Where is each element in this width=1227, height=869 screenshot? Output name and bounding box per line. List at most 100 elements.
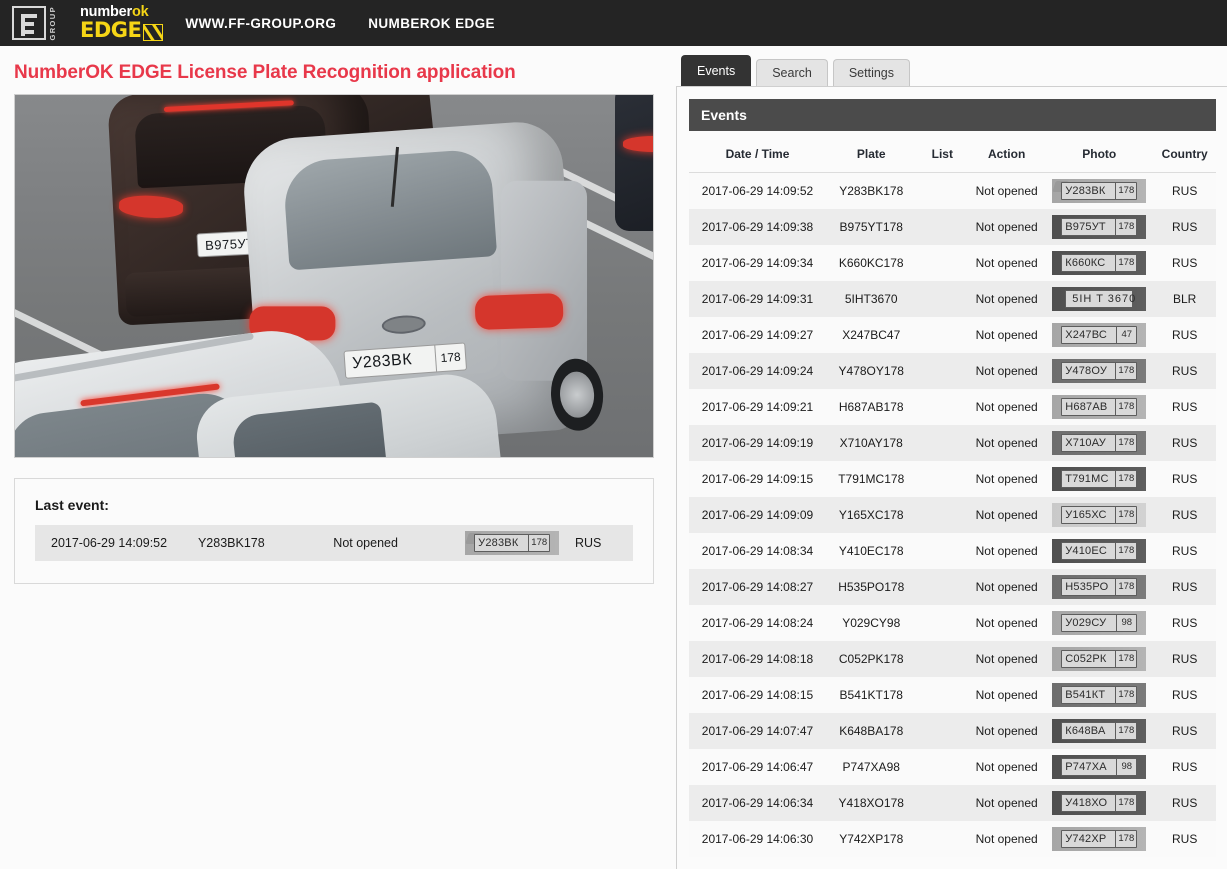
table-row[interactable]: 2017-06-29 14:09:21 H687AB178 Not opened Н6… bbox=[689, 389, 1216, 425]
cell-photo[interactable]: Н535РО 178 bbox=[1045, 569, 1153, 605]
tail-light-left bbox=[118, 194, 184, 220]
plate-thumbnail[interactable]: У418ХО 178 bbox=[1052, 791, 1147, 815]
table-row[interactable]: 2017-06-29 14:09:52 Y283BK178 Not opened У2… bbox=[689, 172, 1216, 210]
cell-photo[interactable]: У283ВК 178 bbox=[1045, 173, 1153, 210]
nav-link-ff-group[interactable]: WWW.FF-GROUP.ORG bbox=[185, 16, 336, 31]
plate-thumb-region: 98 bbox=[1116, 615, 1136, 631]
table-row[interactable]: 2017-06-29 14:08:24 Y029CY98 Not opened У02… bbox=[689, 605, 1216, 641]
tab-search[interactable]: Search bbox=[756, 59, 828, 86]
plate-thumbnail[interactable]: У029СУ 98 bbox=[1052, 611, 1147, 635]
cell-photo[interactable]: Х710АУ 178 bbox=[1045, 425, 1153, 461]
plate-thumb-main: У418ХО bbox=[1065, 796, 1108, 809]
plate-thumbnail[interactable]: Х710АУ 178 bbox=[1052, 431, 1147, 455]
table-row[interactable]: 2017-06-29 14:06:30 Y742XP178 Not opened У7… bbox=[689, 821, 1216, 857]
cell-datetime: 2017-06-29 14:08:24 bbox=[701, 616, 814, 630]
kia-badge bbox=[381, 314, 427, 336]
table-row[interactable]: 2017-06-29 14:09:19 X710AY178 Not opened Х7… bbox=[689, 425, 1216, 461]
plate-thumb-region: 178 bbox=[1115, 363, 1136, 379]
cell-photo[interactable]: Х247ВС 47 bbox=[1045, 317, 1153, 353]
table-row[interactable]: 2017-06-29 14:09:27 X247BC47 Not opened Х24… bbox=[689, 317, 1216, 353]
table-row[interactable]: 2017-06-29 14:08:34 Y410EC178 Not opened У4… bbox=[689, 533, 1216, 569]
column-header-datetime: Date / Time bbox=[689, 137, 827, 173]
plate-thumbnail[interactable]: К660КС 178 bbox=[1052, 251, 1147, 275]
cell-list bbox=[916, 461, 968, 497]
cell-country: RUS bbox=[1172, 616, 1198, 630]
right-column: Events Search Settings Events Date / Tim… bbox=[676, 55, 1227, 869]
cell-photo[interactable]: Р747ХА 98 bbox=[1045, 749, 1153, 785]
cell-photo[interactable]: В541КТ 178 bbox=[1045, 677, 1153, 713]
cell-photo[interactable]: У165ХС 178 bbox=[1045, 497, 1153, 533]
table-row[interactable]: 2017-06-29 14:09:31 5IHT3670 Not opened 5IH… bbox=[689, 281, 1216, 317]
cell-photo[interactable]: У418ХО 178 bbox=[1045, 785, 1153, 821]
plate-thumb-main: В541КТ bbox=[1065, 688, 1106, 701]
tab-settings[interactable]: Settings bbox=[832, 59, 910, 86]
left-column: В975УТ 178 У283ВК 178 bbox=[14, 94, 654, 869]
cell-datetime: 2017-06-29 14:09:31 bbox=[701, 292, 814, 306]
plate-thumbnail[interactable]: У478ОУ 178 bbox=[1052, 359, 1147, 383]
table-row[interactable]: 2017-06-29 14:08:27 H535PO178 Not opened Н5… bbox=[689, 569, 1216, 605]
table-row[interactable]: 2017-06-29 14:09:24 Y478OY178 Not opened У4… bbox=[689, 353, 1216, 389]
cell-photo[interactable]: Т791МС 178 bbox=[1045, 461, 1153, 497]
cell-datetime: 2017-06-29 14:08:34 bbox=[701, 544, 814, 558]
table-row[interactable]: 2017-06-29 14:09:15 T791MC178 Not opened Т7… bbox=[689, 461, 1216, 497]
last-event-photo[interactable]: У283ВК 178 bbox=[449, 531, 575, 555]
tail-light-right bbox=[474, 292, 564, 331]
table-row[interactable]: 2017-06-29 14:07:47 K648BA178 Not opened К6… bbox=[689, 713, 1216, 749]
cell-action: Not opened bbox=[975, 832, 1038, 846]
plate-thumb-main: Р747ХА bbox=[1065, 760, 1107, 773]
events-card: Events Date / Time Plate List Action Pho… bbox=[676, 86, 1227, 869]
plate-thumbnail[interactable]: У742ХР 178 bbox=[1052, 827, 1147, 851]
logo-edge-text: EDGE bbox=[80, 17, 142, 42]
nav-link-numberok-edge[interactable]: NUMBEROK EDGE bbox=[368, 16, 495, 31]
plate-thumbnail[interactable]: У283ВК 178 bbox=[465, 531, 560, 555]
events-card-header: Events bbox=[689, 99, 1216, 131]
plate-box: К660КС 178 bbox=[1061, 254, 1138, 272]
table-row[interactable]: 2017-06-29 14:06:47 P747XA98 Not opened Р74… bbox=[689, 749, 1216, 785]
cell-photo[interactable]: 5IH T 3670 bbox=[1045, 281, 1153, 317]
plate-thumbnail[interactable]: 5IH T 3670 bbox=[1052, 287, 1147, 311]
table-row[interactable]: 2017-06-29 14:09:34 K660KC178 Not opened К6… bbox=[689, 245, 1216, 281]
table-row[interactable]: 2017-06-29 14:08:18 C052PK178 Not opened С0… bbox=[689, 641, 1216, 677]
plate-thumbnail[interactable]: К648ВА 178 bbox=[1052, 719, 1147, 743]
plate-thumbnail[interactable]: В541КТ 178 bbox=[1052, 683, 1147, 707]
tab-bar: Events Search Settings bbox=[676, 55, 1227, 86]
table-row[interactable]: 2017-06-29 14:06:34 Y418XO178 Not opened У4… bbox=[689, 785, 1216, 821]
plate-thumbnail[interactable]: Х247ВС 47 bbox=[1052, 323, 1147, 347]
plate-thumbnail[interactable]: У165ХС 178 bbox=[1052, 503, 1147, 527]
plate-box: Х710АУ 178 bbox=[1061, 434, 1138, 452]
cell-action: Not opened bbox=[975, 472, 1038, 486]
cell-photo[interactable]: Н687АВ 178 bbox=[1045, 389, 1153, 425]
tab-events[interactable]: Events bbox=[681, 55, 752, 86]
cell-photo[interactable]: У410ЕС 178 bbox=[1045, 533, 1153, 569]
plate-thumbnail[interactable]: Р747ХА 98 bbox=[1052, 755, 1147, 779]
cell-plate: H535PO178 bbox=[838, 580, 905, 594]
cell-photo[interactable]: У478ОУ 178 bbox=[1045, 353, 1153, 389]
plate-thumb-region: 178 bbox=[1115, 831, 1136, 847]
table-row[interactable]: 2017-06-29 14:09:09 Y165XC178 Not opened У1… bbox=[689, 497, 1216, 533]
cell-photo[interactable]: К660КС 178 bbox=[1045, 245, 1153, 281]
cell-photo[interactable]: С052РК 178 bbox=[1045, 641, 1153, 677]
cell-photo[interactable]: У029СУ 98 bbox=[1045, 605, 1153, 641]
plate-thumbnail[interactable]: В975УТ 178 bbox=[1052, 215, 1147, 239]
plate-thumb-region: 178 bbox=[1115, 435, 1136, 451]
plate-thumbnail[interactable]: У283ВК 178 bbox=[1052, 179, 1147, 203]
plate-thumb-main: У410ЕС bbox=[1065, 544, 1108, 557]
plate-box: 5IH T 3670 bbox=[1065, 290, 1135, 308]
last-event-row[interactable]: 2017-06-29 14:09:52 Y283BK178 Not opened… bbox=[35, 525, 633, 561]
plate-thumbnail[interactable]: Н535РО 178 bbox=[1052, 575, 1147, 599]
cell-datetime: 2017-06-29 14:09:21 bbox=[701, 400, 814, 414]
cell-plate: T791MC178 bbox=[838, 472, 905, 486]
plate-thumbnail[interactable]: С052РК 178 bbox=[1052, 647, 1147, 671]
plate-thumbnail[interactable]: У410ЕС 178 bbox=[1052, 539, 1147, 563]
cell-photo[interactable]: В975УТ 178 bbox=[1045, 209, 1153, 245]
cell-plate: Y742XP178 bbox=[839, 832, 904, 846]
plate-thumbnail[interactable]: Н687АВ 178 bbox=[1052, 395, 1147, 419]
plate-box: У165ХС 178 bbox=[1061, 506, 1138, 524]
table-row[interactable]: 2017-06-29 14:08:15 B541KT178 Not opened В5… bbox=[689, 677, 1216, 713]
cell-photo[interactable]: У742ХР 178 bbox=[1045, 821, 1153, 857]
cell-photo[interactable]: К648ВА 178 bbox=[1045, 713, 1153, 749]
cell-datetime: 2017-06-29 14:09:52 bbox=[701, 184, 814, 198]
cell-datetime: 2017-06-29 14:08:15 bbox=[701, 688, 814, 702]
plate-thumbnail[interactable]: Т791МС 178 bbox=[1052, 467, 1147, 491]
table-row[interactable]: 2017-06-29 14:09:38 B975YT178 Not opened В9… bbox=[689, 209, 1216, 245]
